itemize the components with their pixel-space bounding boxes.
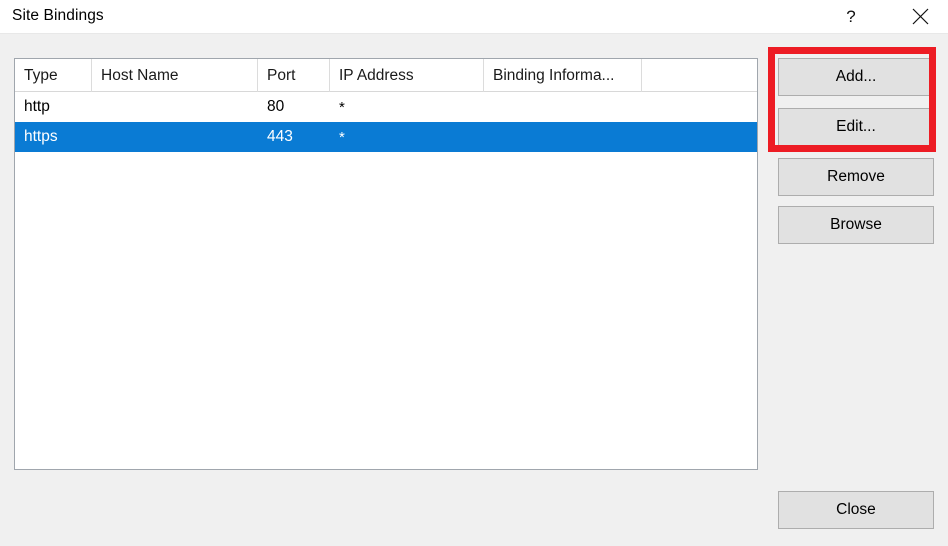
cell-port: 443 (267, 128, 293, 145)
window-title: Site Bindings (12, 7, 104, 24)
list-column-header-row: Type Host Name Port IP Address Binding I… (15, 59, 757, 92)
column-header-host-name[interactable]: Host Name (92, 59, 258, 92)
question-mark-icon: ? (846, 7, 856, 26)
title-bar: Site Bindings ? (0, 0, 948, 34)
column-header-type[interactable]: Type (15, 59, 92, 92)
edit-button[interactable]: Edit... (778, 108, 934, 146)
cell-binding-information (484, 92, 642, 122)
close-window-button[interactable] (897, 0, 943, 33)
bindings-list-view[interactable]: Type Host Name Port IP Address Binding I… (14, 58, 758, 470)
add-button[interactable]: Add... (778, 58, 934, 96)
column-header-binding-information[interactable]: Binding Informa... (484, 59, 642, 92)
column-header-port[interactable]: Port (258, 59, 330, 92)
cell-port: 80 (267, 98, 285, 115)
cell-ip-address: * (339, 98, 345, 116)
cell-ip-address: * (339, 128, 345, 146)
cell-host-name (92, 92, 258, 122)
list-rows: http 80 * https 443 * (15, 92, 757, 152)
close-dialog-button[interactable]: Close (778, 491, 934, 529)
cell-host-name (92, 122, 258, 152)
cell-type: http (24, 98, 50, 115)
table-row[interactable]: http 80 * (15, 92, 757, 122)
column-header-ip-address[interactable]: IP Address (330, 59, 484, 92)
cell-type: https (24, 128, 58, 145)
remove-button[interactable]: Remove (778, 158, 934, 196)
table-row-selected[interactable]: https 443 * (15, 122, 757, 152)
help-button[interactable]: ? (828, 0, 874, 33)
cell-binding-information (484, 122, 642, 152)
browse-button[interactable]: Browse (778, 206, 934, 244)
close-icon (911, 7, 930, 26)
